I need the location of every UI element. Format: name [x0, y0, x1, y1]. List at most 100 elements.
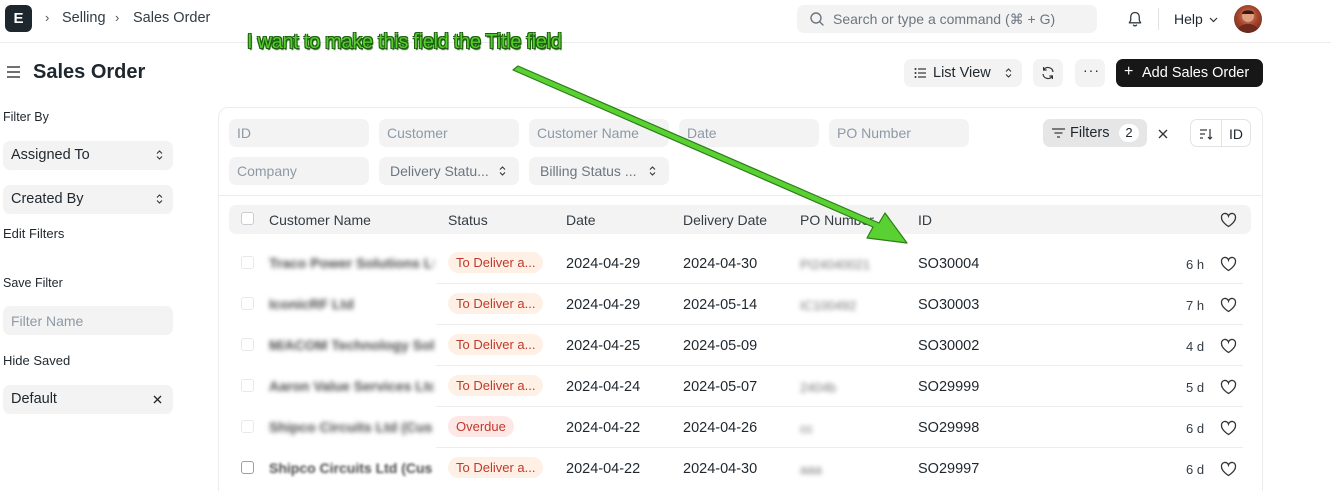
status-badge: To Deliver a... — [448, 334, 544, 355]
search-icon — [810, 12, 824, 26]
more-actions-button[interactable]: ··· — [1075, 59, 1105, 87]
date-cell: 2024-04-29 — [566, 256, 641, 272]
modified-ago: 5 d — [1186, 380, 1205, 395]
avatar[interactable] — [1234, 5, 1262, 33]
hide-saved-toggle[interactable]: Hide Saved — [3, 353, 70, 368]
assigned-to-label: Assigned To — [11, 147, 90, 163]
row-checkbox[interactable] — [241, 338, 254, 351]
date-filter-input[interactable] — [679, 119, 819, 147]
customer-name-cell[interactable]: Traco Power Solutions Ltd — [269, 255, 434, 271]
customer-filter-input[interactable] — [379, 119, 519, 147]
delivery-status-label: Delivery Statu... — [390, 163, 489, 179]
id-filter-input[interactable] — [229, 119, 369, 147]
add-button-label: Add Sales Order — [1142, 65, 1250, 81]
row-checkbox[interactable] — [241, 461, 254, 474]
row-checkbox[interactable] — [241, 256, 254, 269]
po-number-cell: IC100492 — [800, 298, 857, 313]
list-icon — [914, 68, 926, 78]
assigned-to-select[interactable]: Assigned To — [3, 141, 173, 170]
help-menu[interactable]: Help — [1174, 11, 1203, 27]
column-po-number[interactable]: PO Number — [800, 212, 874, 228]
select-updown-icon — [1005, 68, 1012, 78]
id-cell[interactable]: SO29998 — [918, 420, 979, 436]
delivery-date-cell: 2024-05-07 — [683, 379, 758, 395]
sidebar-toggle-icon[interactable] — [6, 65, 21, 79]
date-cell: 2024-04-25 — [566, 338, 641, 354]
select-updown-icon — [156, 194, 163, 204]
id-cell[interactable]: SO30004 — [918, 256, 979, 272]
row-checkbox[interactable] — [241, 420, 254, 433]
app-logo[interactable]: E — [5, 5, 32, 32]
billing-status-filter[interactable]: Billing Status ... — [529, 157, 669, 185]
modified-ago: 6 d — [1186, 462, 1205, 477]
customer-name-filter-input[interactable] — [529, 119, 669, 147]
modified-ago: 6 h — [1186, 257, 1205, 272]
add-sales-order-button[interactable]: + Add Sales Order — [1116, 59, 1263, 87]
edit-filters-link[interactable]: Edit Filters — [3, 226, 64, 241]
delivery-status-filter[interactable]: Delivery Statu... — [379, 157, 519, 185]
status-badge: To Deliver a... — [448, 457, 544, 478]
row-checkbox[interactable] — [241, 379, 254, 392]
sort-field-label[interactable]: ID — [1229, 126, 1243, 142]
created-by-select[interactable]: Created By — [3, 185, 173, 214]
created-by-label: Created By — [11, 191, 84, 207]
select-all-checkbox[interactable] — [241, 212, 254, 225]
saved-filter-default[interactable]: Default — [3, 385, 173, 414]
status-badge: To Deliver a... — [448, 375, 544, 396]
sort-selector[interactable]: ID — [1190, 119, 1251, 147]
column-id[interactable]: ID — [918, 212, 932, 228]
column-customer-name[interactable]: Customer Name — [269, 212, 371, 228]
breadcrumb-sales-order[interactable]: Sales Order — [133, 10, 210, 26]
heart-icon[interactable] — [1220, 379, 1237, 395]
status-badge: To Deliver a... — [448, 252, 544, 273]
search-input[interactable] — [833, 5, 1088, 33]
row-divider — [436, 365, 1243, 366]
customer-name-cell[interactable]: M/ACOM Technology Solutions — [269, 337, 434, 353]
delivery-date-cell: 2024-05-09 — [683, 338, 758, 354]
heart-icon[interactable] — [1220, 212, 1237, 228]
column-delivery-date[interactable]: Delivery Date — [683, 212, 767, 228]
id-cell[interactable]: SO30002 — [918, 338, 979, 354]
modified-ago: 4 d — [1186, 339, 1205, 354]
customer-name-cell[interactable]: Aaron Value Services Ltd — [269, 378, 434, 394]
sort-order-icon[interactable] — [1200, 128, 1213, 140]
customer-name-cell[interactable]: Shipco Circuits Ltd (Cus — [269, 460, 434, 476]
list-view-switcher[interactable]: List View — [904, 59, 1022, 87]
clear-filters-icon[interactable] — [1158, 129, 1168, 139]
heart-icon[interactable] — [1220, 461, 1237, 477]
select-updown-icon — [156, 150, 163, 160]
delivery-date-cell: 2024-05-14 — [683, 297, 758, 313]
customer-name-cell[interactable]: Shipco Circuits Ltd (Cus — [269, 419, 434, 435]
po-number-filter-input[interactable] — [829, 119, 969, 147]
heart-icon[interactable] — [1220, 297, 1237, 313]
column-status[interactable]: Status — [448, 212, 488, 228]
filter-name-input[interactable] — [3, 306, 173, 335]
company-filter-input[interactable] — [229, 157, 369, 185]
sort-divider — [1221, 120, 1222, 146]
breadcrumb-selling[interactable]: Selling — [62, 10, 106, 26]
row-divider — [436, 283, 1243, 284]
awesomebar[interactable] — [797, 5, 1097, 33]
customer-name-cell[interactable]: IconicRF Ltd — [269, 296, 434, 312]
heart-icon[interactable] — [1220, 338, 1237, 354]
row-checkbox[interactable] — [241, 297, 254, 310]
refresh-button[interactable] — [1033, 59, 1063, 87]
status-badge: To Deliver a... — [448, 293, 544, 314]
modified-ago: 7 h — [1186, 298, 1205, 313]
heart-icon[interactable] — [1220, 420, 1237, 436]
id-cell[interactable]: SO29999 — [918, 379, 979, 395]
row-divider — [436, 406, 1243, 407]
row-divider — [436, 447, 1243, 448]
id-cell[interactable]: SO30003 — [918, 297, 979, 313]
column-date[interactable]: Date — [566, 212, 596, 228]
id-cell[interactable]: SO29997 — [918, 461, 979, 477]
po-number-cell: cc — [800, 421, 813, 436]
filters-button[interactable]: Filters 2 — [1043, 119, 1147, 147]
more-dots-icon: ··· — [1083, 62, 1100, 78]
heart-icon[interactable] — [1220, 256, 1237, 272]
chevron-down-icon[interactable] — [1209, 15, 1218, 24]
notification-bell-icon[interactable] — [1126, 10, 1144, 28]
date-cell: 2024-04-22 — [566, 461, 641, 477]
delivery-date-cell: 2024-04-30 — [683, 461, 758, 477]
close-icon[interactable] — [153, 395, 162, 404]
